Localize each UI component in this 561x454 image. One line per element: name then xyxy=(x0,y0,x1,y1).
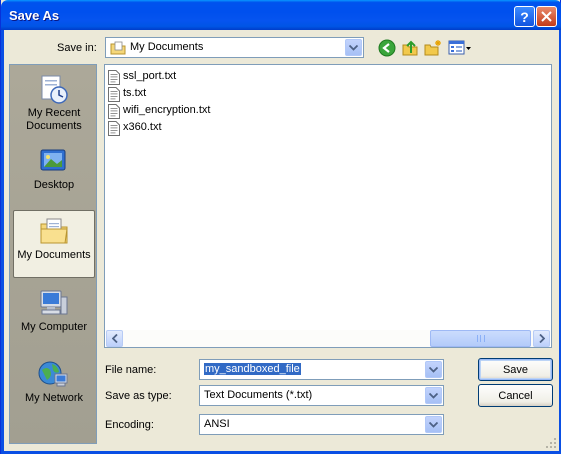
chevron-right-icon xyxy=(538,334,545,343)
text-file-icon xyxy=(108,104,120,119)
save-as-type-dropdown-button[interactable] xyxy=(425,387,442,404)
cancel-button[interactable]: Cancel xyxy=(478,384,553,407)
scroll-left-button[interactable] xyxy=(106,330,123,347)
place-label: My Network xyxy=(24,392,84,404)
file-name-field[interactable]: my_sandboxed_file xyxy=(199,359,444,380)
save-in-dropdown-button[interactable] xyxy=(345,39,362,56)
file-name-label: File name: xyxy=(105,364,157,376)
place-label: My Documents xyxy=(17,249,91,261)
cancel-button-label: Cancel xyxy=(498,389,533,402)
encoding-select[interactable]: ANSI xyxy=(199,414,444,435)
places-bar: My Recent Documents Desktop My Documents xyxy=(9,64,97,444)
chevron-down-icon xyxy=(429,392,438,399)
horizontal-scrollbar[interactable] xyxy=(106,330,550,347)
place-label: My Computer xyxy=(20,321,88,333)
window-border-left xyxy=(1,30,4,454)
save-as-dialog: Save As ? Save in: My Documents My Recen… xyxy=(0,0,561,454)
chevron-down-icon xyxy=(429,366,438,373)
desktop-icon xyxy=(40,149,66,171)
view-menu-icon[interactable] xyxy=(448,39,472,57)
resize-grip-icon[interactable] xyxy=(545,437,557,449)
title-bar[interactable]: Save As ? xyxy=(1,0,561,30)
file-name-dropdown-button[interactable] xyxy=(425,361,442,378)
place-my-recent-documents[interactable]: My Recent Documents xyxy=(13,69,95,137)
save-in-label: Save in: xyxy=(57,42,97,54)
save-in-value: My Documents xyxy=(130,41,204,53)
text-file-icon xyxy=(108,87,120,102)
scroll-right-button[interactable] xyxy=(533,330,550,347)
place-label: Desktop xyxy=(33,179,75,191)
scroll-thumb[interactable] xyxy=(430,330,531,347)
new-folder-icon[interactable] xyxy=(424,39,442,57)
my-documents-folder-icon xyxy=(40,218,68,244)
grip-icon xyxy=(476,335,485,342)
file-list[interactable]: ssl_port.txt ts.txt wifi_encryption.txt xyxy=(104,64,552,348)
file-name: wifi_encryption.txt xyxy=(123,104,211,116)
back-icon[interactable] xyxy=(378,39,396,57)
up-one-level-icon[interactable] xyxy=(401,39,419,57)
place-my-network[interactable]: My Network xyxy=(13,354,95,422)
encoding-value: ANSI xyxy=(204,418,230,430)
recent-documents-icon xyxy=(41,75,68,104)
text-file-icon xyxy=(108,70,120,85)
help-icon: ? xyxy=(520,8,529,25)
save-as-type-select[interactable]: Text Documents (*.txt) xyxy=(199,385,444,406)
window-title: Save As xyxy=(9,8,60,23)
save-button[interactable]: Save xyxy=(478,358,553,381)
chevron-down-icon xyxy=(429,421,438,428)
place-my-documents[interactable]: My Documents xyxy=(13,210,95,278)
encoding-dropdown-button[interactable] xyxy=(425,416,442,433)
close-icon xyxy=(541,11,552,22)
place-my-computer[interactable]: My Computer xyxy=(13,283,95,351)
save-as-type-label: Save as type: xyxy=(105,390,172,402)
help-button[interactable]: ? xyxy=(514,6,535,27)
my-documents-small-icon xyxy=(110,41,126,55)
save-button-label: Save xyxy=(502,363,529,376)
chevron-down-icon xyxy=(349,44,358,51)
my-network-icon xyxy=(38,361,68,387)
close-button[interactable] xyxy=(536,6,557,27)
my-computer-icon xyxy=(40,290,68,315)
place-label: My Recent xyxy=(27,107,81,119)
file-name-value: my_sandboxed_file xyxy=(204,363,301,375)
save-as-type-value: Text Documents (*.txt) xyxy=(204,389,313,401)
chevron-left-icon xyxy=(111,334,118,343)
file-name: ssl_port.txt xyxy=(123,70,177,82)
place-desktop[interactable]: Desktop xyxy=(13,141,95,209)
place-label: Documents xyxy=(26,120,82,132)
encoding-label: Encoding: xyxy=(105,419,154,431)
file-name: ts.txt xyxy=(123,87,147,99)
text-file-icon xyxy=(108,121,120,136)
file-name: x360.txt xyxy=(123,121,162,133)
save-in-combo[interactable]: My Documents xyxy=(105,37,364,58)
